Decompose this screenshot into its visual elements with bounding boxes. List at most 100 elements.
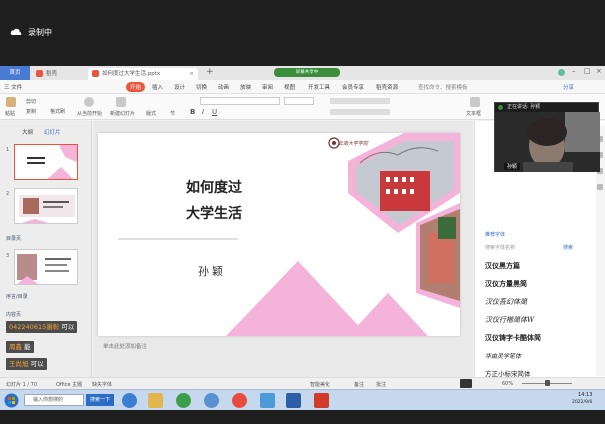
minimize-icon[interactable]: –	[572, 67, 576, 75]
pptx-file-icon	[92, 70, 99, 77]
close-tab-icon[interactable]: ×	[189, 68, 194, 80]
play-icon[interactable]	[84, 97, 94, 107]
zoom-slider-handle[interactable]	[545, 380, 550, 386]
format-painter-button[interactable]: 格式刷	[50, 108, 65, 115]
wps-icon[interactable]	[314, 393, 329, 408]
current-slide[interactable]: 云南大学学院 如何度过 大学生活 孙颖	[98, 133, 460, 336]
tab-docer[interactable]: 稻壳	[32, 68, 87, 80]
cut-button[interactable]: 剪切	[26, 98, 36, 105]
menu-developer[interactable]: 开发工具	[308, 83, 330, 91]
font-search-input[interactable]: 搜索字体名称	[485, 244, 515, 251]
tool-icon[interactable]	[597, 184, 603, 190]
play-slideshow-icon[interactable]	[460, 379, 472, 388]
file-explorer-icon[interactable]	[148, 393, 163, 408]
italic-icon[interactable]: I	[202, 108, 204, 116]
comments-button[interactable]: 批注	[376, 381, 386, 388]
close-window-icon[interactable]: ×	[596, 67, 602, 75]
menu-insert[interactable]: 插入	[152, 83, 163, 91]
font-item[interactable]: 汉仪黑方篇	[485, 261, 520, 271]
app-icon[interactable]	[260, 393, 275, 408]
menu-slideshow[interactable]: 放映	[240, 83, 251, 91]
browser-icon[interactable]	[232, 393, 247, 408]
clock-date: 2022/9/6	[572, 400, 593, 405]
slide-number: 3	[6, 253, 10, 259]
chat-sender: 周鑫	[9, 343, 22, 351]
section-label[interactable]: 序言/目录	[6, 293, 28, 300]
missing-font-button[interactable]: 缺失字体	[92, 381, 112, 388]
menu-view[interactable]: 视图	[284, 83, 295, 91]
screen-share-pill[interactable]: 屏幕共享中	[274, 68, 340, 77]
status-bar: 幻灯片 1 / 70 Office 主题 缺失字体 智能美化 备注 批注 60%	[0, 377, 605, 389]
font-search-button[interactable]: 搜索	[563, 244, 573, 251]
taskbar-search-text: 输入你想搜的	[33, 397, 64, 403]
slide-title-line-1[interactable]: 如何度过	[186, 177, 242, 197]
chat-sender: 王尚旭	[9, 360, 29, 368]
textbox-icon[interactable]	[470, 97, 480, 107]
section-label[interactable]: 内容页	[6, 311, 21, 318]
section-label[interactable]: 目录页	[6, 235, 21, 242]
avatar[interactable]	[558, 69, 565, 76]
font-item[interactable]: 汉仪行楷简体W	[485, 315, 534, 325]
chat-sender: 0422406​15谢彰	[9, 323, 60, 331]
menu-review[interactable]: 审阅	[262, 83, 273, 91]
new-slide-button[interactable]: 新建幻灯片	[110, 110, 135, 117]
tab-outline[interactable]: 大纲	[22, 128, 33, 136]
slide-background-graphics	[118, 133, 460, 336]
file-menu[interactable]: 三 文件	[4, 83, 22, 91]
menu-docer-resources[interactable]: 稻壳资源	[376, 83, 398, 91]
new-tab-icon[interactable]: +	[206, 67, 214, 77]
tab-document[interactable]: 如何度过大学生活.pptx ×	[88, 68, 198, 80]
font-item[interactable]: 汉仪铸字卡酷体简	[485, 333, 541, 343]
taskbar: 输入你想搜的 搜索一下 14:13 2022/9/6	[0, 389, 605, 410]
smart-beautify-button[interactable]: 智能美化	[310, 381, 330, 388]
textbox-button[interactable]: 文本框	[466, 110, 481, 117]
taskbar-search-button[interactable]: 搜索一下	[86, 394, 114, 406]
recorder-bar: 录制中	[0, 0, 605, 64]
taskbar-search-input[interactable]: 输入你想搜的	[24, 394, 84, 406]
font-item[interactable]: 华由灵学笔体	[485, 351, 521, 360]
alignment-tools[interactable]	[330, 109, 390, 115]
command-search[interactable]: 查找命令、搜索模板	[418, 83, 468, 91]
menu-design[interactable]: 设计	[174, 83, 185, 91]
app-icon[interactable]	[204, 393, 219, 408]
font-name-select[interactable]	[200, 97, 280, 105]
layout-button[interactable]: 版式	[146, 110, 156, 117]
docer-icon	[36, 70, 43, 77]
windows-start-icon[interactable]	[4, 393, 19, 408]
tencent-meeting-icon[interactable]	[286, 393, 301, 408]
section-button[interactable]: 节	[170, 110, 175, 117]
menu-animation[interactable]: 动画	[218, 83, 229, 91]
font-item[interactable]: 汉仪方量黑简	[485, 279, 527, 289]
tab-home[interactable]: 首页	[0, 66, 30, 80]
slide-thumbnail-1[interactable]	[14, 144, 78, 180]
paragraph-tools[interactable]	[330, 98, 390, 104]
menu-member[interactable]: 会员专享	[342, 83, 364, 91]
theme-name: Office 主题	[56, 382, 83, 388]
slide-thumbnail-3[interactable]	[14, 249, 78, 285]
paste-icon[interactable]	[6, 97, 16, 107]
slide-title-line-2[interactable]: 大学生活	[186, 203, 242, 223]
share-button[interactable]: 分享	[563, 83, 574, 91]
slide-1-preview	[27, 145, 77, 179]
speaker-video[interactable]: 正在讲话: 孙颖 孙颖	[494, 102, 600, 172]
maximize-icon[interactable]: □	[584, 67, 591, 75]
copy-button[interactable]: 复制	[26, 108, 36, 115]
underline-icon[interactable]: U	[212, 108, 217, 116]
zoom-level[interactable]: 60%	[502, 381, 513, 387]
new-slide-icon[interactable]	[116, 97, 126, 107]
menu-transition[interactable]: 切换	[196, 83, 207, 91]
font-size-select[interactable]	[284, 97, 314, 105]
tab-slides[interactable]: 幻灯片	[44, 128, 61, 136]
notes-button[interactable]: 备注	[354, 381, 364, 388]
chat-message: 王尚旭 可以	[6, 358, 47, 370]
menu-start[interactable]: 开始	[126, 82, 146, 92]
media-player-icon[interactable]	[176, 393, 191, 408]
notes-input[interactable]: 单击此处添加备注	[93, 341, 473, 353]
font-item[interactable]: 汉仪吾幻体简	[485, 297, 527, 307]
from-current-button[interactable]: 从当前开始	[77, 110, 102, 117]
slide-thumbnail-2[interactable]	[14, 188, 78, 224]
chat-text: 可以	[30, 360, 44, 368]
ie-browser-icon[interactable]	[122, 393, 137, 408]
bold-icon[interactable]: B	[190, 108, 195, 116]
slide-author[interactable]: 孙颖	[198, 263, 226, 279]
